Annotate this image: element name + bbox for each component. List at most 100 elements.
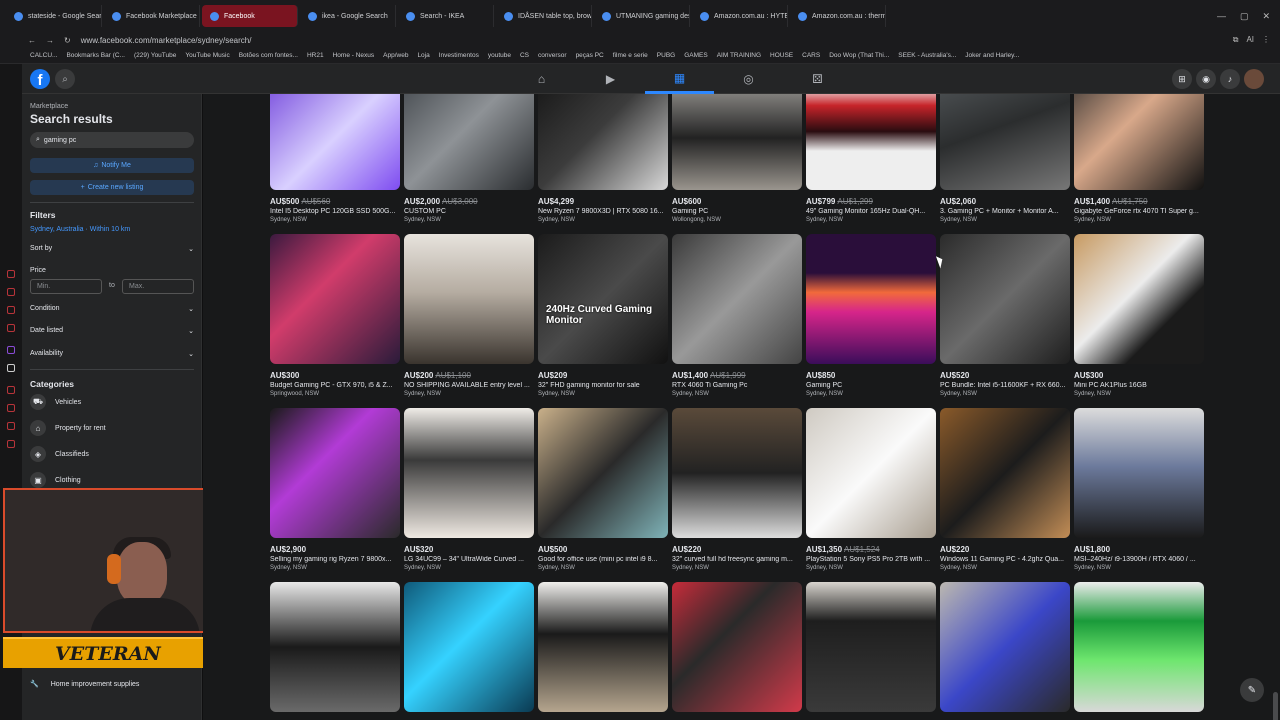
bookmark-item[interactable]: PUBG — [657, 52, 675, 59]
close-icon[interactable]: ✕ — [1262, 11, 1270, 22]
sidebar-app-icon[interactable] — [7, 288, 15, 296]
listing-title[interactable]: 49" Gaming Monitor 165Hz Dual-QH... — [806, 208, 936, 215]
bookmark-item[interactable]: CARS — [802, 52, 820, 59]
listing-photo[interactable] — [672, 582, 802, 712]
listing-title[interactable]: 32" FHD gaming monitor for sale — [538, 382, 668, 389]
search-icon[interactable]: ⌕ — [55, 69, 75, 89]
location-filter[interactable]: Sydney, Australia · Within 10 km — [30, 226, 130, 233]
back-icon[interactable]: ← — [28, 36, 36, 45]
listing-card[interactable] — [538, 582, 668, 712]
bookmark-item[interactable]: CS — [520, 52, 529, 59]
listing-photo[interactable] — [806, 94, 936, 190]
breadcrumb[interactable]: Marketplace — [30, 103, 68, 110]
listing-card[interactable]: AU$1,350 AU$1,524 PlayStation 5 Sony PS5 P… — [806, 408, 936, 571]
sidebar-app-icon[interactable] — [7, 270, 15, 278]
search-input[interactable]: ⌕ gaming pc — [30, 132, 194, 148]
messenger-icon[interactable]: ◉ — [1196, 69, 1216, 89]
bookmark-item[interactable]: Loja — [417, 52, 429, 59]
listing-card[interactable]: AU$320 LG 34UC99 – 34" UltraWide Curved .… — [404, 408, 534, 571]
notify-me-button[interactable]: ♫ Notify Me — [30, 158, 194, 173]
listing-title[interactable]: Mini PC AK1Plus 16GB — [1074, 382, 1204, 389]
bookmark-item[interactable]: Doo Wop (That Thi... — [829, 52, 889, 59]
availability-dropdown[interactable]: Availability ⌄ — [30, 350, 194, 358]
listing-photo[interactable] — [1074, 234, 1204, 364]
listing-title[interactable]: PlayStation 5 Sony PS5 Pro 2TB with ... — [806, 556, 936, 563]
listing-card[interactable]: 240Hz Curved Gaming Monitor AU$209 32" FHD… — [538, 234, 668, 397]
sidebar-app-icon[interactable] — [7, 346, 15, 354]
listing-title[interactable]: 3. Gaming PC + Monitor + Monitor A... — [940, 208, 1070, 215]
category-home-improvement[interactable]: 🔧 Home improvement supplies — [30, 680, 139, 689]
listing-photo[interactable] — [940, 234, 1070, 364]
listing-photo[interactable] — [404, 94, 534, 190]
bookmark-item[interactable]: HR21 — [307, 52, 324, 59]
bookmark-item[interactable]: youtube — [488, 52, 511, 59]
listing-card[interactable] — [270, 582, 400, 712]
listing-photo[interactable] — [672, 94, 802, 190]
listing-card[interactable] — [1074, 582, 1204, 712]
listing-title[interactable]: Gaming PC — [806, 382, 936, 389]
menu-icon[interactable]: ⋮ — [1262, 35, 1270, 45]
browser-tab[interactable]: stateside - Google Search — [6, 5, 102, 27]
bookmark-item[interactable]: Home - Nexus — [333, 52, 375, 59]
listing-card[interactable]: AU$520 PC Bundle: Intel i5-11600KF + RX 6… — [940, 234, 1070, 397]
listing-card[interactable]: AU$200 AU$1,100 NO SHIPPING AVAILABLE entr… — [404, 234, 534, 397]
listing-card[interactable] — [940, 582, 1070, 712]
bookmark-item[interactable]: Botões com fontes... — [239, 52, 298, 59]
extensions-icon[interactable]: ⧉ — [1233, 35, 1239, 45]
bookmark-item[interactable]: GAMES — [684, 52, 707, 59]
category-item[interactable]: ◈ Classifieds — [30, 446, 89, 462]
listing-title[interactable]: MSI–240Hz/ i9-13900H / RTX 4060 / ... — [1074, 556, 1204, 563]
scrollbar[interactable] — [1273, 692, 1278, 720]
bookmark-item[interactable]: YouTube Music — [185, 52, 229, 59]
listing-title[interactable]: Gigabyte GeForce rtx 4070 TI Super g... — [1074, 208, 1204, 215]
sidebar-app-icon[interactable] — [7, 324, 15, 332]
minimize-icon[interactable]: — — [1217, 11, 1226, 22]
sidebar-app-icon[interactable] — [7, 440, 15, 448]
listing-photo[interactable] — [1074, 94, 1204, 190]
listing-card[interactable]: AU$500 Good for office use (mini pc intel… — [538, 408, 668, 571]
listing-title[interactable]: Intel I5 Desktop PC 120GB SSD 500G... — [270, 208, 400, 215]
listing-photo[interactable] — [806, 408, 936, 538]
listing-photo[interactable]: 240Hz Curved Gaming Monitor — [538, 234, 668, 364]
listing-title[interactable]: Good for office use (mini pc intel i9 8.… — [538, 556, 668, 563]
listing-photo[interactable] — [1074, 582, 1204, 712]
date-listed-dropdown[interactable]: Date listed ⌄ — [30, 327, 194, 335]
sidebar-app-icon[interactable] — [7, 306, 15, 314]
x-icon[interactable] — [7, 364, 15, 372]
browser-tab[interactable]: ikea - Google Search — [300, 5, 396, 27]
facebook-logo-icon[interactable]: f — [30, 69, 50, 89]
browser-tab[interactable]: Search - IKEA — [398, 5, 494, 27]
sidebar-app-icon[interactable] — [7, 386, 15, 394]
listing-card[interactable]: AU$2,000 AU$3,000 CUSTOM PC Sydney, NSW — [404, 94, 534, 223]
reload-icon[interactable]: ↻ — [64, 36, 71, 45]
listing-title[interactable]: PC Bundle: Intel i5-11600KF + RX 660... — [940, 382, 1070, 389]
marketplace-icon[interactable]: ▦ — [645, 64, 714, 94]
listing-card[interactable] — [806, 582, 936, 712]
listing-photo[interactable] — [1074, 408, 1204, 538]
listing-photo[interactable] — [940, 582, 1070, 712]
listing-card[interactable]: AU$500 AU$560 Intel I5 Desktop PC 120GB SS… — [270, 94, 400, 223]
category-item[interactable]: ⌂ Property for rent — [30, 420, 106, 436]
bookmark-item[interactable]: (229) YouTube — [134, 52, 176, 59]
compose-icon[interactable]: ✎ — [1240, 678, 1264, 702]
max-price-input[interactable]: Max. — [122, 279, 194, 294]
category-item[interactable]: ⛟ Vehicles — [30, 394, 81, 410]
listing-photo[interactable] — [404, 234, 534, 364]
listing-card[interactable]: AU$1,400 AU$1,999 RTX 4060 Ti Gaming Pc Syd… — [672, 234, 802, 397]
bookmark-item[interactable]: filme e serie — [613, 52, 648, 59]
listing-photo[interactable] — [270, 408, 400, 538]
sidebar-app-icon[interactable] — [7, 422, 15, 430]
video-icon[interactable]: ▶ — [576, 64, 645, 94]
groups-icon[interactable]: ◎ — [714, 64, 783, 94]
bookmark-item[interactable]: SEEK - Australia's... — [898, 52, 956, 59]
listing-card[interactable]: AU$300 Mini PC AK1Plus 16GB Sydney, NSW — [1074, 234, 1204, 397]
bookmark-item[interactable]: HOUSE — [770, 52, 793, 59]
avatar[interactable] — [1244, 69, 1264, 89]
listing-photo[interactable] — [270, 94, 400, 190]
listing-card[interactable]: AU$220 32" curved full hd freesync gaming… — [672, 408, 802, 571]
listing-photo[interactable] — [270, 582, 400, 712]
browser-tab[interactable]: UTMANING gaming desk — [594, 5, 690, 27]
create-listing-button[interactable]: + Create new listing — [30, 180, 194, 195]
bookmark-item[interactable]: Investimentos — [439, 52, 479, 59]
listing-title[interactable]: Gaming PC — [672, 208, 802, 215]
